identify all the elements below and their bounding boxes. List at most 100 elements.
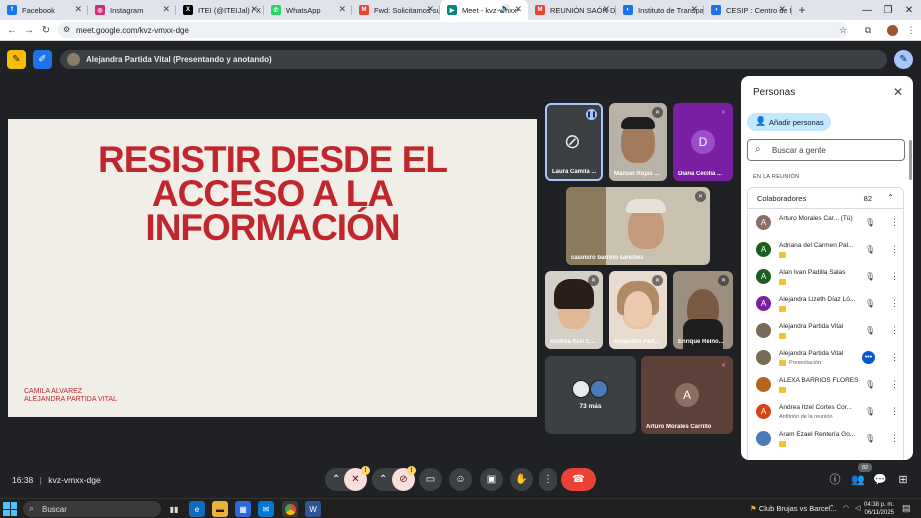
participant-tile[interactable]: A ✕ Arturo Morales Carrillo bbox=[641, 356, 733, 434]
more-vert-icon[interactable]: ⋮ bbox=[890, 325, 899, 336]
mic-off-icon[interactable]: 🎙 bbox=[865, 380, 875, 389]
pen-icon[interactable]: ✎ bbox=[894, 50, 913, 69]
annotation-toggle-icon[interactable]: ✎ bbox=[7, 50, 26, 69]
mic-off-icon[interactable]: 🎙 bbox=[865, 218, 875, 227]
activities-icon[interactable]: ⊞ bbox=[895, 471, 911, 487]
chevron-up-icon[interactable]: ⌃ bbox=[887, 193, 894, 202]
profile-avatar[interactable] bbox=[885, 23, 899, 37]
browser-menu-icon[interactable]: ⋮ bbox=[904, 23, 918, 37]
more-vert-icon[interactable]: ⋮ bbox=[890, 352, 899, 363]
volume-icon[interactable]: ◁ bbox=[855, 504, 860, 512]
browser-tab[interactable]: ▶ Meet - kvz-vmxx- 🔊 ✕ bbox=[440, 0, 528, 20]
tab-audio-icon[interactable]: 🔊 bbox=[500, 4, 510, 13]
store-icon[interactable]: ▦ bbox=[235, 501, 251, 517]
mic-off-icon[interactable]: 🎙 bbox=[865, 434, 875, 443]
tab-close-icon[interactable]: ✕ bbox=[602, 4, 610, 15]
more-participants-tile[interactable]: 73 más bbox=[545, 356, 636, 434]
tab-close-icon[interactable]: ✕ bbox=[162, 4, 170, 15]
close-window-icon[interactable]: ✕ bbox=[894, 0, 921, 20]
browser-tab[interactable]: ◎ Instagram ✕ bbox=[88, 0, 176, 20]
participant-tile[interactable]: ✕ Andrea Itzel C... bbox=[545, 271, 603, 349]
participant-row[interactable]: Alejandra Partida Vital 🎙 ⋮ bbox=[748, 317, 905, 344]
mail-icon[interactable]: ✉ bbox=[258, 501, 274, 517]
present-screen-button[interactable]: ▣ bbox=[480, 468, 503, 491]
search-people-input[interactable]: ⌕ Buscar a gente bbox=[747, 139, 905, 161]
panel-scrollbar[interactable] bbox=[909, 140, 912, 180]
add-people-button[interactable]: 👤 Añadir personas bbox=[747, 113, 831, 131]
start-button[interactable] bbox=[3, 502, 17, 516]
close-icon[interactable]: ✕ bbox=[893, 85, 903, 99]
mic-off-icon[interactable]: 🎙 bbox=[865, 245, 875, 254]
word-icon[interactable]: W bbox=[305, 501, 321, 517]
tab-close-icon[interactable]: ✕ bbox=[690, 4, 698, 15]
leave-call-button[interactable]: ☎ bbox=[561, 468, 596, 491]
more-vert-icon[interactable]: ⋮ bbox=[890, 298, 899, 309]
participant-tile[interactable]: ✕ Alejandra Part... bbox=[609, 271, 667, 349]
tab-close-icon[interactable]: ✕ bbox=[250, 4, 258, 15]
mic-options-chevron-icon[interactable]: ⌃ bbox=[332, 474, 340, 485]
edit-annotation-icon[interactable]: ✐ bbox=[33, 50, 52, 69]
participant-tile[interactable]: ✕ Enrique Reino... bbox=[673, 271, 733, 349]
emoji-reactions-button[interactable]: ☺ bbox=[449, 468, 472, 491]
forward-icon[interactable]: → bbox=[22, 23, 36, 37]
browser-tab[interactable]: M REUNIÓN SAÓN DE ✕ bbox=[528, 0, 616, 20]
participant-row[interactable]: A Andrea Itzel Cortes Cor... Anfitrión de … bbox=[748, 398, 905, 425]
wifi-icon[interactable]: ◠ bbox=[843, 504, 849, 512]
news-widget[interactable]: ⚑ Club Brujas vs Barcel... bbox=[750, 504, 837, 513]
back-icon[interactable]: ← bbox=[5, 23, 19, 37]
taskbar-search[interactable]: ⌕ Buscar bbox=[23, 501, 161, 517]
participant-tile[interactable]: ⊘ ❚❚ Laura Camila ... bbox=[545, 103, 603, 181]
chat-icon[interactable]: 💬 bbox=[872, 471, 888, 487]
task-view-icon[interactable]: ▮▮ bbox=[166, 501, 182, 517]
mic-off-icon[interactable]: 🎙 bbox=[865, 326, 875, 335]
chrome-icon[interactable] bbox=[282, 501, 298, 517]
mic-off-icon[interactable]: 🎙 bbox=[865, 407, 875, 416]
camera-options-chevron-icon[interactable]: ⌃ bbox=[379, 474, 387, 485]
meeting-info-icon[interactable]: ⓘ bbox=[827, 471, 843, 487]
more-vert-icon[interactable]: ⋮ bbox=[890, 406, 899, 417]
browser-tab[interactable]: f Facebook ✕ bbox=[0, 0, 88, 20]
participant-row[interactable]: A Arturo Morales Car... (Tú) 🎙 ⋮ bbox=[748, 209, 905, 236]
tab-close-icon[interactable]: ✕ bbox=[426, 4, 434, 15]
participant-row[interactable]: Alejandra Partida Vital Presentación ••• ⋮ bbox=[748, 344, 905, 371]
file-explorer-icon[interactable]: ▬ bbox=[212, 501, 228, 517]
participant-row[interactable]: A Alejandra Lizeth Díaz Ló... 🎙 ⋮ bbox=[748, 290, 905, 317]
mic-off-icon[interactable]: 🎙 bbox=[865, 299, 875, 308]
taskbar-clock[interactable]: 04:38 p. m. 06/11/2025 bbox=[864, 501, 894, 517]
browser-tab[interactable]: M Fwd: Solicitamos su a ✕ bbox=[352, 0, 440, 20]
reload-icon[interactable]: ↻ bbox=[39, 23, 53, 37]
new-tab-button[interactable]: + bbox=[792, 0, 812, 20]
tab-close-icon[interactable]: ✕ bbox=[778, 4, 786, 15]
raise-hand-button[interactable]: ✋ bbox=[510, 468, 533, 491]
participant-row[interactable]: ALEXA BARRIOS FLORES 🎙 ⋮ bbox=[748, 371, 905, 398]
more-vert-icon[interactable]: ⋮ bbox=[890, 433, 899, 444]
tab-close-icon[interactable]: ✕ bbox=[338, 4, 346, 15]
participant-row[interactable]: A Alan Ivan Padilla Salas 🎙 ⋮ bbox=[748, 263, 905, 290]
tray-chevron-icon[interactable]: ⌃ bbox=[829, 504, 835, 512]
bookmark-star-icon[interactable]: ☆ bbox=[836, 23, 850, 37]
participant-tile[interactable]: D ✕ Diana Cecilia ... bbox=[673, 103, 733, 181]
participant-tile[interactable]: ✕ casimiro barreto sanchez bbox=[566, 187, 710, 265]
more-vert-icon[interactable]: ⋮ bbox=[890, 379, 899, 390]
extensions-icon[interactable]: ⧉ bbox=[861, 23, 875, 37]
more-vert-icon[interactable]: ⋮ bbox=[890, 217, 899, 228]
participant-row[interactable]: Aram Ezael Rentería Go... 🎙 ⋮ bbox=[748, 425, 905, 452]
participant-row[interactable]: A Adriana del Carmen Pal... 🎙 ⋮ bbox=[748, 236, 905, 263]
browser-tab[interactable]: X ITEI (@ITEIJal) / X ✕ bbox=[176, 0, 264, 20]
edge-icon[interactable]: e bbox=[189, 501, 205, 517]
people-icon[interactable]: 👥 bbox=[850, 471, 866, 487]
tab-close-icon[interactable]: ✕ bbox=[74, 4, 82, 15]
more-vert-icon[interactable]: ⋮ bbox=[890, 244, 899, 255]
site-info-icon[interactable]: ⚙ bbox=[63, 25, 70, 34]
participant-tile[interactable]: ✕ Manuel Rojas ... bbox=[609, 103, 667, 181]
url-field[interactable]: ⚙ meet.google.com/kvz-vmxx-dge bbox=[58, 22, 848, 38]
browser-tab[interactable]: ◐ Instituto de Transpa ✕ bbox=[616, 0, 704, 20]
notifications-icon[interactable]: ▤ bbox=[902, 503, 911, 514]
more-vert-icon[interactable]: ⋮ bbox=[890, 271, 899, 282]
collaborators-group-header[interactable]: Colaboradores 82 ⌃ bbox=[747, 187, 904, 209]
tab-close-icon[interactable]: ✕ bbox=[514, 4, 522, 15]
more-options-button[interactable]: ⋮ bbox=[539, 468, 557, 491]
captions-button[interactable]: ▭ bbox=[419, 468, 442, 491]
browser-tab[interactable]: ✆ WhatsApp ✕ bbox=[264, 0, 352, 20]
mic-off-icon[interactable]: 🎙 bbox=[865, 272, 875, 281]
